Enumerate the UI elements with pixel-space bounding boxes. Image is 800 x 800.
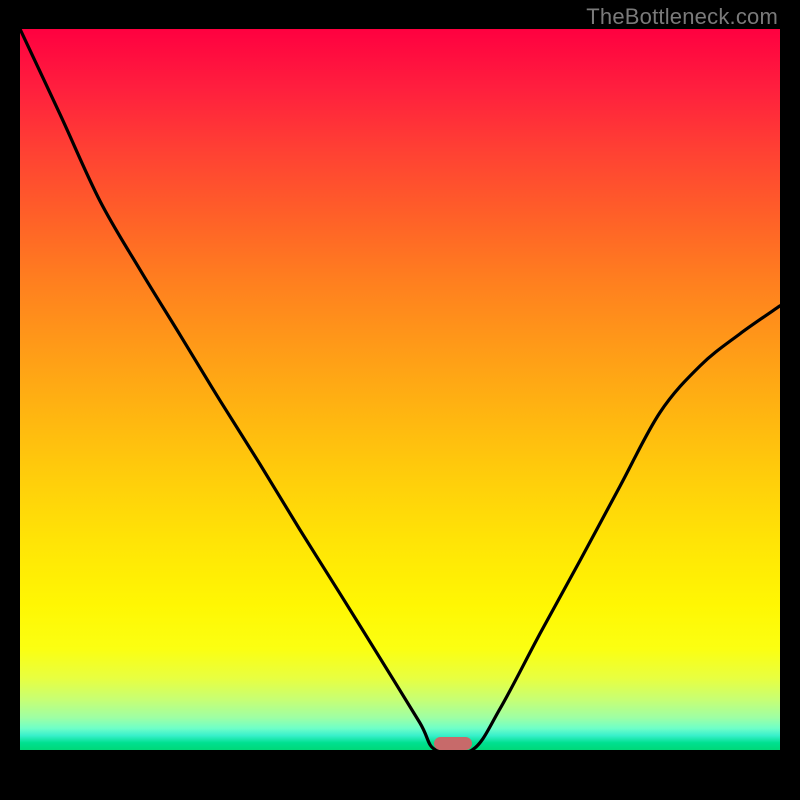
watermark-text: TheBottleneck.com — [586, 4, 778, 30]
optimal-marker — [434, 737, 472, 750]
chart-background-gradient — [20, 29, 780, 750]
chart-frame — [20, 29, 780, 780]
